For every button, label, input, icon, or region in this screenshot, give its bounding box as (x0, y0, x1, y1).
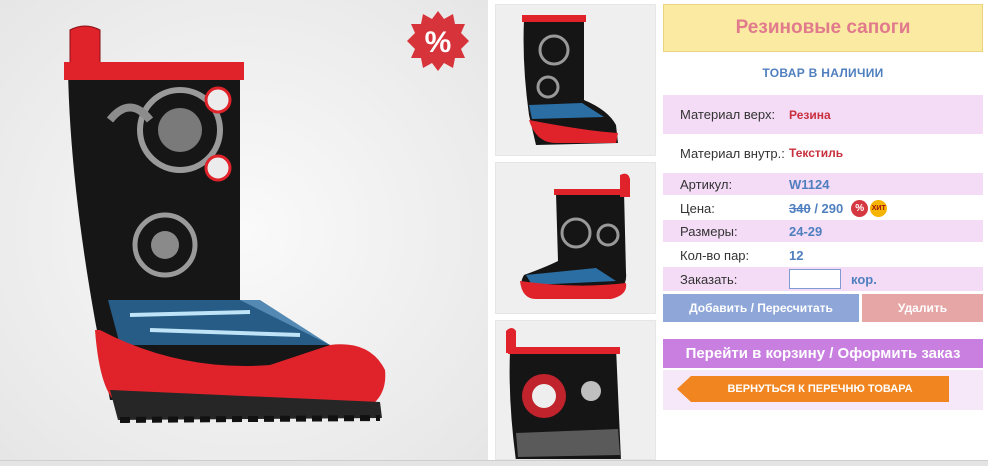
go-to-cart-button[interactable]: Перейти в корзину / Оформить заказ (663, 339, 983, 368)
spec-label: Кол-во пар: (680, 247, 750, 263)
spec-value: Резина (789, 107, 831, 122)
thumbnail-2[interactable] (495, 162, 656, 314)
order-unit: кор. (851, 271, 877, 287)
back-button-area: ВЕРНУТЬСЯ К ПЕРЕЧНЮ ТОВАРА (663, 370, 983, 410)
spec-label: Артикул: (680, 176, 733, 192)
rubber-boot-thumb-image (496, 5, 655, 155)
spec-label: Цена: (680, 200, 715, 216)
discount-icon: % (851, 199, 869, 217)
sale-badge: % (407, 10, 469, 72)
back-to-list-button[interactable]: ВЕРНУТЬСЯ К ПЕРЕЧНЮ ТОВАРА (677, 376, 949, 402)
spec-material-top: Материал верх: Резина (663, 95, 983, 134)
spec-value: 24-29 (789, 223, 823, 239)
sale-badge-label: % (425, 26, 452, 59)
spec-price: Цена: 340 / 290 % ХИТ (663, 197, 983, 219)
spec-label: Материал верх: (680, 107, 776, 122)
spec-label: Размеры: (680, 223, 738, 239)
delete-button[interactable]: Удалить (862, 294, 983, 322)
thumbnail-1[interactable] (495, 4, 656, 156)
price-separator: / (810, 200, 822, 216)
spec-sizes: Размеры: 24-29 (663, 220, 983, 242)
price-badges: % ХИТ (851, 199, 888, 217)
price-value: 340 / 290 (789, 201, 843, 216)
hit-icon: ХИТ (870, 199, 888, 217)
order-quantity-input[interactable] (789, 269, 841, 289)
add-recalculate-button[interactable]: Добавить / Пересчитать (663, 294, 859, 322)
product-title: Резиновые сапоги (663, 4, 983, 52)
spec-value: Текстиль (789, 146, 844, 160)
order-label: Заказать: (680, 271, 738, 287)
rubber-boot-thumb-image (496, 163, 655, 313)
spec-pairs: Кол-во пар: 12 (663, 244, 983, 266)
horizontal-scrollbar[interactable] (0, 460, 988, 466)
thumbnail-3[interactable] (495, 320, 656, 460)
order-row: Заказать: кор. (663, 267, 983, 291)
price-new: 290 (821, 200, 844, 216)
main-product-photo[interactable]: % (0, 0, 488, 460)
spec-label: Материал внутр.: (680, 145, 785, 161)
spec-value: 12 (789, 247, 804, 263)
stock-status: ТОВАР В НАЛИЧИИ (762, 66, 884, 80)
rubber-boot-thumb-image (496, 321, 655, 459)
spec-article: Артикул: W1124 (663, 173, 983, 195)
discount-burst-icon: % (407, 11, 469, 71)
price-old: 340 (789, 200, 811, 216)
spec-material-inner: Материал внутр.: Текстиль (663, 140, 983, 166)
spec-value: W1124 (789, 176, 830, 192)
